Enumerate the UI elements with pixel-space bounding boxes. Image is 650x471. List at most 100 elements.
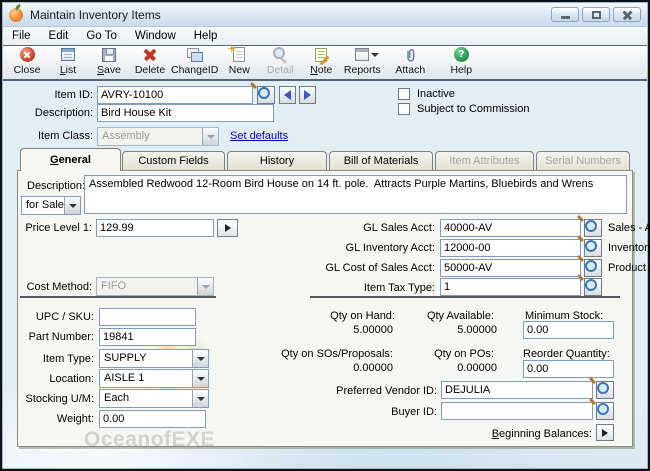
tab-general[interactable]: General <box>20 148 121 171</box>
chevron-down-icon <box>192 390 208 407</box>
left-section-divider <box>20 296 216 298</box>
gl-inventory-acct-input[interactable] <box>440 239 581 257</box>
gl-inventory-acct-name: Inventory <box>608 240 650 257</box>
magnifier-icon <box>271 46 289 63</box>
buyer-id-input[interactable] <box>441 402 593 420</box>
detail-button-label: Detail <box>267 64 294 76</box>
new-button[interactable]: New <box>219 46 259 76</box>
stocking-um-label: Stocking U/M: <box>0 391 94 408</box>
dropdown-caret-icon <box>371 53 379 57</box>
window-controls <box>551 7 641 22</box>
new-button-label: New <box>229 64 250 76</box>
item-id-lookup-button[interactable] <box>257 86 275 104</box>
price-level-label: Price Level 1: <box>0 220 92 237</box>
subject-to-commission-checkbox[interactable] <box>398 103 410 115</box>
description-mode-select[interactable]: for Sales <box>21 196 81 215</box>
preferred-vendor-id-label: Preferred Vendor ID: <box>280 383 437 400</box>
reorder-quantity-input[interactable] <box>523 360 614 378</box>
qty-on-hand-value: 5.00000 <box>250 323 393 337</box>
set-defaults-link[interactable]: Set defaults <box>230 128 288 145</box>
item-class-label: Item Class: <box>0 128 93 145</box>
save-button[interactable]: Save <box>89 46 129 76</box>
gl-cost-of-sales-acct-input[interactable] <box>440 259 581 277</box>
delete-button[interactable]: Delete <box>130 46 170 76</box>
item-tax-type-lookup-button[interactable] <box>584 278 602 296</box>
cost-method-value: FIFO <box>101 280 126 292</box>
tab-custom-fields[interactable]: Custom Fields <box>122 151 225 170</box>
stocking-um-select[interactable]: Each <box>99 389 209 408</box>
right-section-divider <box>310 296 620 298</box>
gl-sales-acct-name: Sales - Aviary <box>608 220 650 237</box>
new-page-icon <box>230 46 248 63</box>
maximize-button[interactable] <box>582 7 610 22</box>
note-icon <box>312 46 330 63</box>
detail-button: Detail <box>260 46 300 76</box>
item-type-value: SUPPLY <box>104 352 147 364</box>
gl-sales-acct-lookup-button[interactable] <box>584 219 602 237</box>
item-type-select[interactable]: SUPPLY <box>99 349 209 368</box>
record-previous-button[interactable] <box>279 86 296 104</box>
buyer-id-lookup-button[interactable] <box>596 402 614 420</box>
menu-window[interactable]: Window <box>126 28 185 44</box>
gl-inventory-acct-label: GL Inventory Acct: <box>280 240 435 257</box>
item-id-label: Item ID: <box>0 87 93 104</box>
note-button[interactable]: Note <box>301 46 341 76</box>
buyer-id-label: Buyer ID: <box>280 404 437 421</box>
menu-edit[interactable]: Edit <box>40 28 78 44</box>
help-button[interactable]: Help <box>441 46 481 76</box>
save-floppy-icon <box>100 46 118 63</box>
item-id-input[interactable] <box>97 86 253 104</box>
preferred-vendor-id-input[interactable] <box>441 381 593 399</box>
tab-history[interactable]: History <box>227 151 327 170</box>
close-button[interactable]: Close <box>7 46 47 76</box>
attach-button[interactable]: Attach <box>390 46 430 76</box>
gl-sales-acct-input[interactable] <box>440 219 581 237</box>
paperclip-icon <box>401 46 419 63</box>
minimize-button[interactable] <box>551 7 579 22</box>
part-number-input[interactable] <box>99 328 196 346</box>
maximize-icon <box>592 11 601 19</box>
menu-goto[interactable]: Go To <box>77 28 125 44</box>
app-logo-peach-icon <box>9 8 23 22</box>
item-tax-type-label: Item Tax Type: <box>280 280 435 297</box>
item-class-value: Assembly <box>102 130 150 142</box>
description-input[interactable] <box>97 104 274 122</box>
minimum-stock-input[interactable] <box>523 321 614 339</box>
sales-description-textarea[interactable]: Assembled Redwood 12-Room Bird House on … <box>84 175 627 214</box>
reports-button[interactable]: Reports <box>342 46 382 76</box>
gl-cost-of-sales-acct-lookup-button[interactable] <box>584 259 602 277</box>
gl-inventory-acct-lookup-button[interactable] <box>584 239 602 257</box>
location-select[interactable]: AISLE 1 <box>99 369 209 388</box>
close-window-button[interactable] <box>613 7 641 22</box>
sales-description-label: Description: <box>27 178 85 195</box>
arrow-right-icon <box>602 429 608 437</box>
record-next-button[interactable] <box>299 86 316 104</box>
tab-bill-of-materials[interactable]: Bill of Materials <box>329 151 433 170</box>
list-button[interactable]: List <box>48 46 88 76</box>
gl-sales-acct-label: GL Sales Acct: <box>280 220 435 237</box>
description-label: Description: <box>0 105 93 122</box>
tab-serial-numbers: Serial Numbers <box>536 151 630 170</box>
close-icon <box>622 9 633 20</box>
item-class-select: Assembly <box>97 127 219 146</box>
menu-file[interactable]: File <box>3 28 40 44</box>
weight-input[interactable] <box>99 410 206 428</box>
upc-sku-input[interactable] <box>99 308 196 326</box>
location-label: Location: <box>0 371 94 388</box>
beginning-balances-label: Beginning Balances: <box>480 426 592 443</box>
beginning-balances-button[interactable] <box>596 424 614 441</box>
save-button-label: Save <box>97 64 121 76</box>
chevron-down-icon <box>64 197 80 214</box>
note-button-label: Note <box>310 64 332 76</box>
preferred-vendor-lookup-button[interactable] <box>596 381 614 399</box>
menu-help[interactable]: Help <box>185 28 227 44</box>
arrow-right-icon <box>225 224 231 232</box>
change-id-button[interactable]: ChangeID <box>171 46 218 76</box>
inactive-checkbox[interactable] <box>398 88 410 100</box>
item-tax-type-input[interactable] <box>440 278 581 296</box>
close-button-label: Close <box>14 64 41 76</box>
price-level-input[interactable] <box>96 219 214 237</box>
price-levels-expand-button[interactable] <box>217 219 238 237</box>
delete-button-label: Delete <box>135 64 165 76</box>
weight-label: Weight: <box>0 411 94 428</box>
